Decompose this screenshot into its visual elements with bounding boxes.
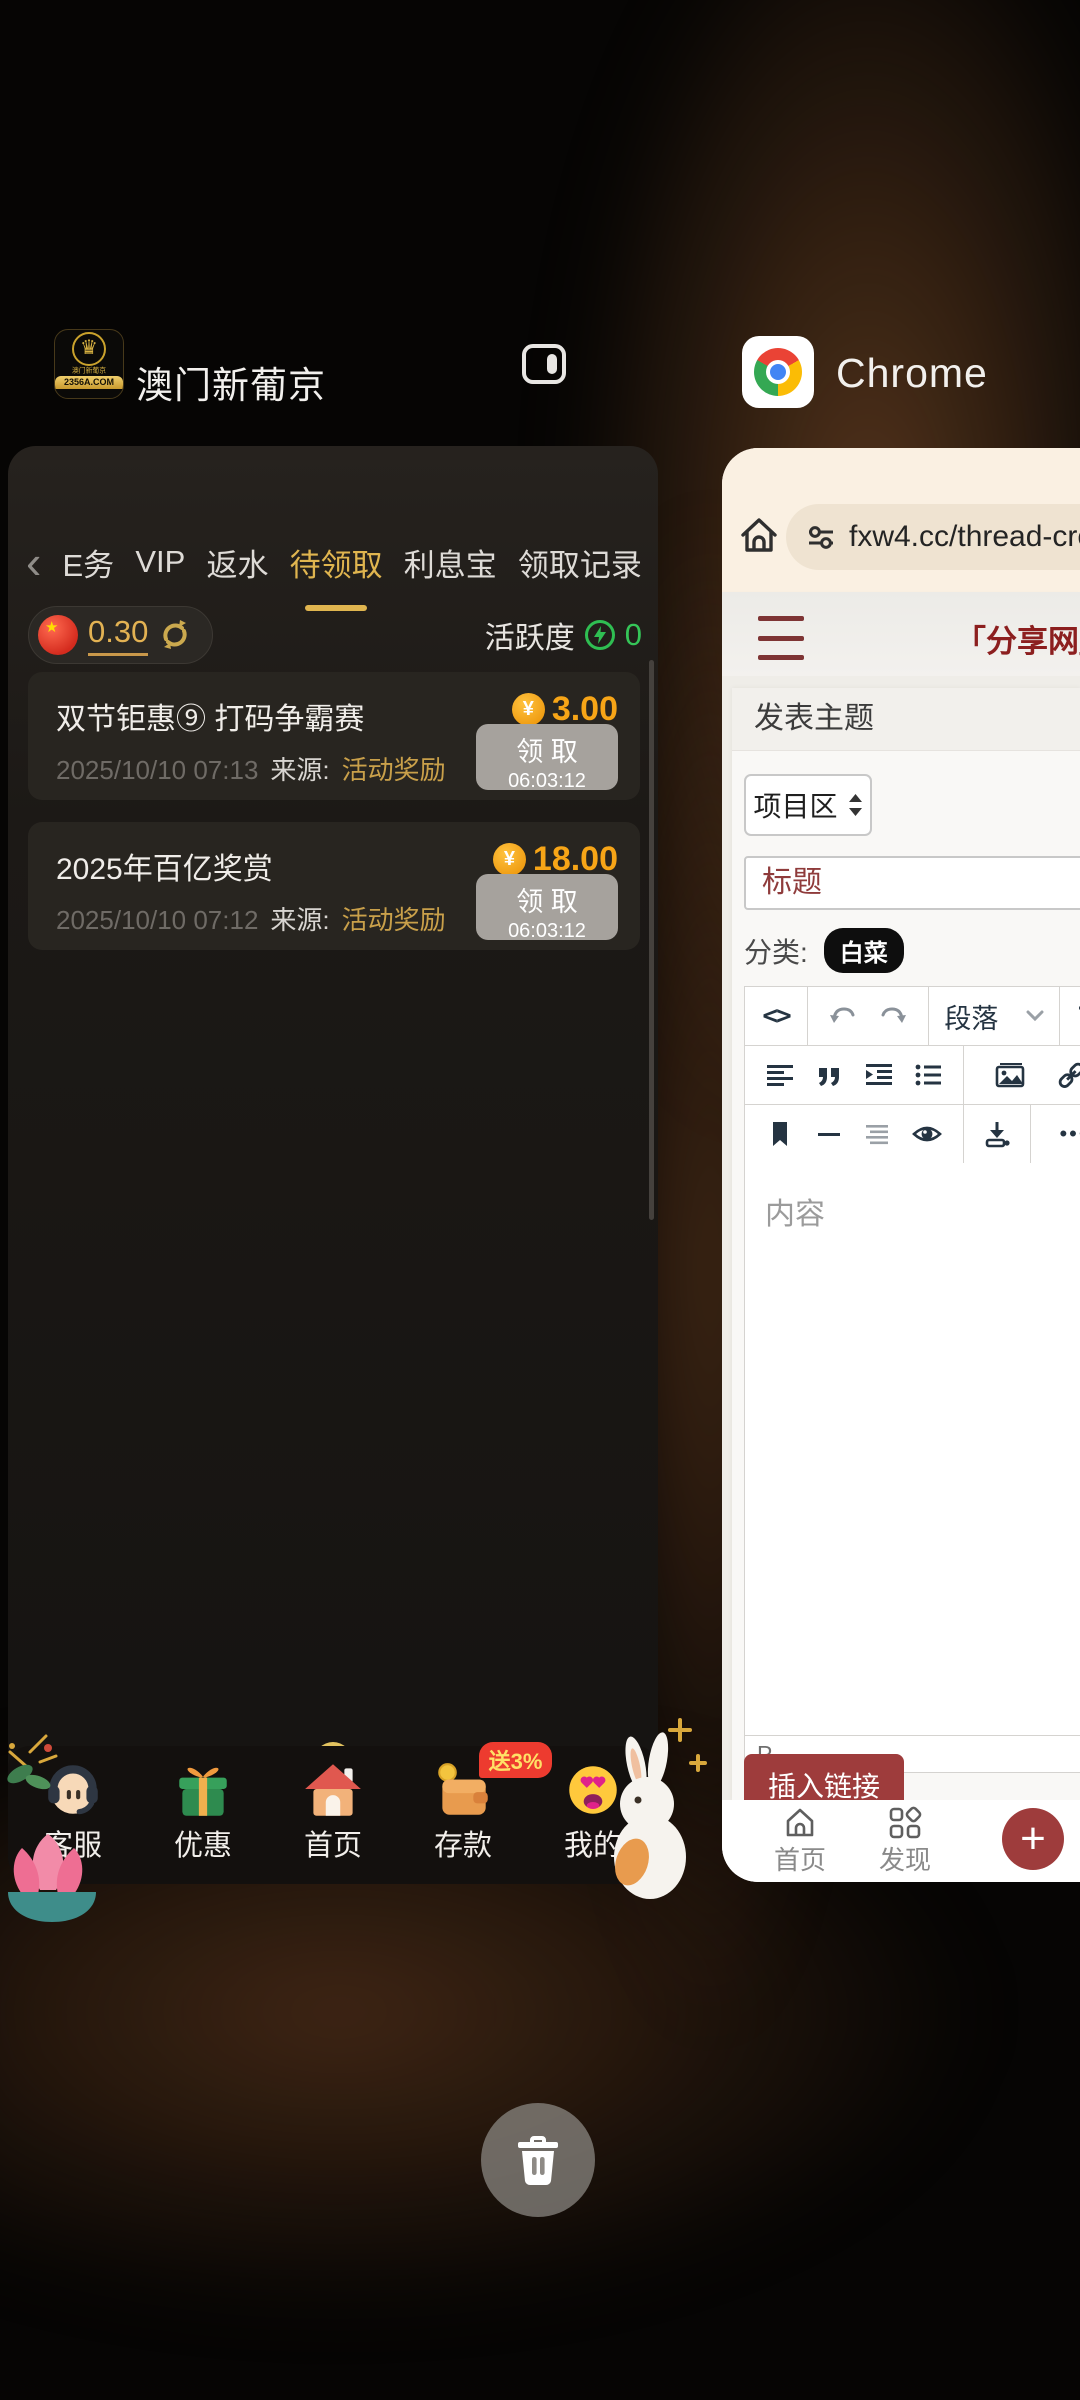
link-icon[interactable] (1055, 1059, 1080, 1091)
split-screen-icon[interactable] (520, 340, 568, 388)
casino-app-title[interactable]: 澳门新葡京 (136, 355, 326, 409)
reward-item: 2025年百亿奖赏 ¥ 18.00 2025/10/10 07:12 来源: 活… (28, 822, 640, 950)
blockquote-icon[interactable] (814, 1060, 844, 1090)
tab-bar: ‹ E务 VIP 返水 待领取 利息宝 领取记录 (8, 530, 658, 594)
app-icon-text: 澳门新葡京 (60, 367, 118, 375)
tab-rebate[interactable]: 返水 (206, 540, 268, 585)
reward-source-label: 来源: (270, 900, 329, 937)
reward-title: 双节钜惠⑨ 打码争霸赛 (56, 694, 364, 738)
reward-title: 2025年百亿奖赏 (56, 844, 273, 888)
reward-date: 2025/10/10 07:12 (56, 905, 258, 936)
content-editor[interactable]: 内容 (745, 1163, 1080, 1735)
redo-icon[interactable] (878, 1001, 908, 1031)
title-input[interactable] (744, 856, 1080, 910)
site-settings-icon (806, 522, 836, 552)
claim-timer: 06:03:12 (476, 770, 618, 793)
activity-label: 活跃度 (485, 613, 575, 657)
category-label: 分类: (744, 931, 808, 971)
horizontal-rule-icon[interactable] (815, 1120, 843, 1148)
gift-icon (171, 1758, 235, 1822)
tab-tasks[interactable]: E务 (62, 540, 114, 585)
trash-icon (512, 2132, 564, 2188)
code-view-button[interactable]: <> (762, 1001, 789, 1031)
site-header: 「分享网」项 (722, 592, 1080, 676)
chrome-app-icon[interactable] (742, 336, 814, 408)
nav-mine[interactable]: 我的 (528, 1746, 658, 1884)
chevron-down-icon (1026, 1010, 1044, 1022)
claim-timer: 06:03:12 (476, 920, 618, 943)
paragraph-dropdown[interactable]: 段落 (929, 987, 1060, 1045)
reward-item: 双节钜惠⑨ 打码争霸赛 ¥ 3.00 2025/10/10 07:13 来源: … (28, 672, 640, 800)
section-title: 发表主题 (732, 688, 1080, 751)
heart-eyes-emoji-icon (561, 1758, 625, 1822)
nav-deposit[interactable]: 送3% 存款 (398, 1746, 528, 1884)
bookmark-icon[interactable] (766, 1120, 794, 1148)
category-badge[interactable]: 白菜 (824, 928, 904, 973)
nav-home[interactable]: 首页 (268, 1746, 398, 1884)
url-text: fxw4.cc/thread-create (849, 520, 1080, 554)
site-bottom-nav: 首页 发现 + (722, 1800, 1080, 1882)
forum-select[interactable]: 项目区 (744, 774, 872, 836)
claim-button[interactable]: 领 取 06:03:12 (476, 874, 618, 940)
page-body: 发表主题 项目区 分类: 白菜 <> (722, 676, 1080, 1800)
anchor-download-icon[interactable] (982, 1119, 1012, 1149)
reward-source-value: 活动奖励 (342, 900, 446, 937)
category-row: 分类: 白菜 (744, 928, 904, 973)
claim-button[interactable]: 领 取 06:03:12 (476, 724, 618, 790)
app-card-casino[interactable]: ‹ E务 VIP 返水 待领取 利息宝 领取记录 0.30 活跃度 0 (8, 446, 658, 1884)
nav-promotions[interactable]: 优惠 (138, 1746, 268, 1884)
reward-source-value: 活动奖励 (342, 750, 446, 787)
coin-icon: ¥ (512, 693, 545, 726)
customer-service-icon (41, 1758, 105, 1822)
china-flag-icon (38, 615, 78, 655)
tab-interest[interactable]: 利息宝 (404, 540, 497, 585)
rich-text-editor: <> 段落 (744, 986, 1080, 1773)
casino-bottom-nav: 客服 优惠 首页 送3% (8, 1746, 658, 1884)
toc-icon[interactable] (863, 1120, 891, 1148)
site-nav-home[interactable]: 首页 (745, 1806, 855, 1877)
app-card-chrome[interactable]: fxw4.cc/thread-create 「分享网」项 发表主题 项目区 分类… (722, 448, 1080, 1882)
dismiss-all-trash-button[interactable] (481, 2103, 595, 2217)
lightning-icon (584, 619, 616, 651)
more-tools-button[interactable]: ••• (1059, 1121, 1080, 1147)
menu-icon[interactable] (758, 612, 804, 664)
nav-customer-service[interactable]: 客服 (8, 1746, 138, 1884)
grid-icon (888, 1806, 922, 1840)
refresh-icon[interactable] (158, 618, 192, 652)
select-arrows-icon (848, 793, 863, 817)
site-title: 「分享网」项 (955, 616, 1080, 661)
tab-pending-claim[interactable]: 待领取 (290, 540, 383, 585)
home-outline-icon[interactable] (738, 514, 780, 556)
balance-pill[interactable]: 0.30 (28, 606, 213, 664)
home-outline-icon (783, 1806, 817, 1840)
coin-icon: ¥ (493, 843, 526, 876)
url-bar[interactable]: fxw4.cc/thread-create (786, 504, 1080, 570)
image-icon[interactable] (994, 1059, 1026, 1091)
compose-plus-button[interactable]: + (1002, 1808, 1064, 1870)
activity-level: 活跃度 0 (485, 613, 642, 657)
browser-toolbar: fxw4.cc/thread-create (722, 448, 1080, 592)
activity-value: 0 (625, 617, 642, 653)
reward-date: 2025/10/10 07:13 (56, 755, 258, 786)
indent-icon[interactable] (864, 1060, 894, 1090)
scrollbar[interactable] (649, 660, 654, 1220)
crown-icon: ♛ (72, 332, 106, 366)
back-chevron-icon[interactable]: ‹ (26, 542, 41, 582)
undo-icon[interactable] (828, 1001, 858, 1031)
tab-claim-history[interactable]: 领取记录 (518, 540, 642, 585)
chrome-logo-icon (754, 348, 802, 396)
bullet-list-icon[interactable] (913, 1060, 943, 1090)
site-nav-discover[interactable]: 发现 (850, 1806, 960, 1877)
chrome-app-title[interactable]: Chrome (836, 350, 988, 397)
casino-app-icon[interactable]: ♛ 澳门新葡京 2356A.COM (54, 329, 124, 399)
reward-source-label: 来源: (270, 750, 329, 787)
preview-eye-icon[interactable] (912, 1119, 942, 1149)
align-left-icon[interactable] (765, 1060, 795, 1090)
balance-amount: 0.30 (88, 614, 148, 656)
app-icon-domain: 2356A.COM (55, 376, 123, 389)
tab-vip[interactable]: VIP (135, 544, 185, 580)
home-icon (301, 1758, 365, 1822)
